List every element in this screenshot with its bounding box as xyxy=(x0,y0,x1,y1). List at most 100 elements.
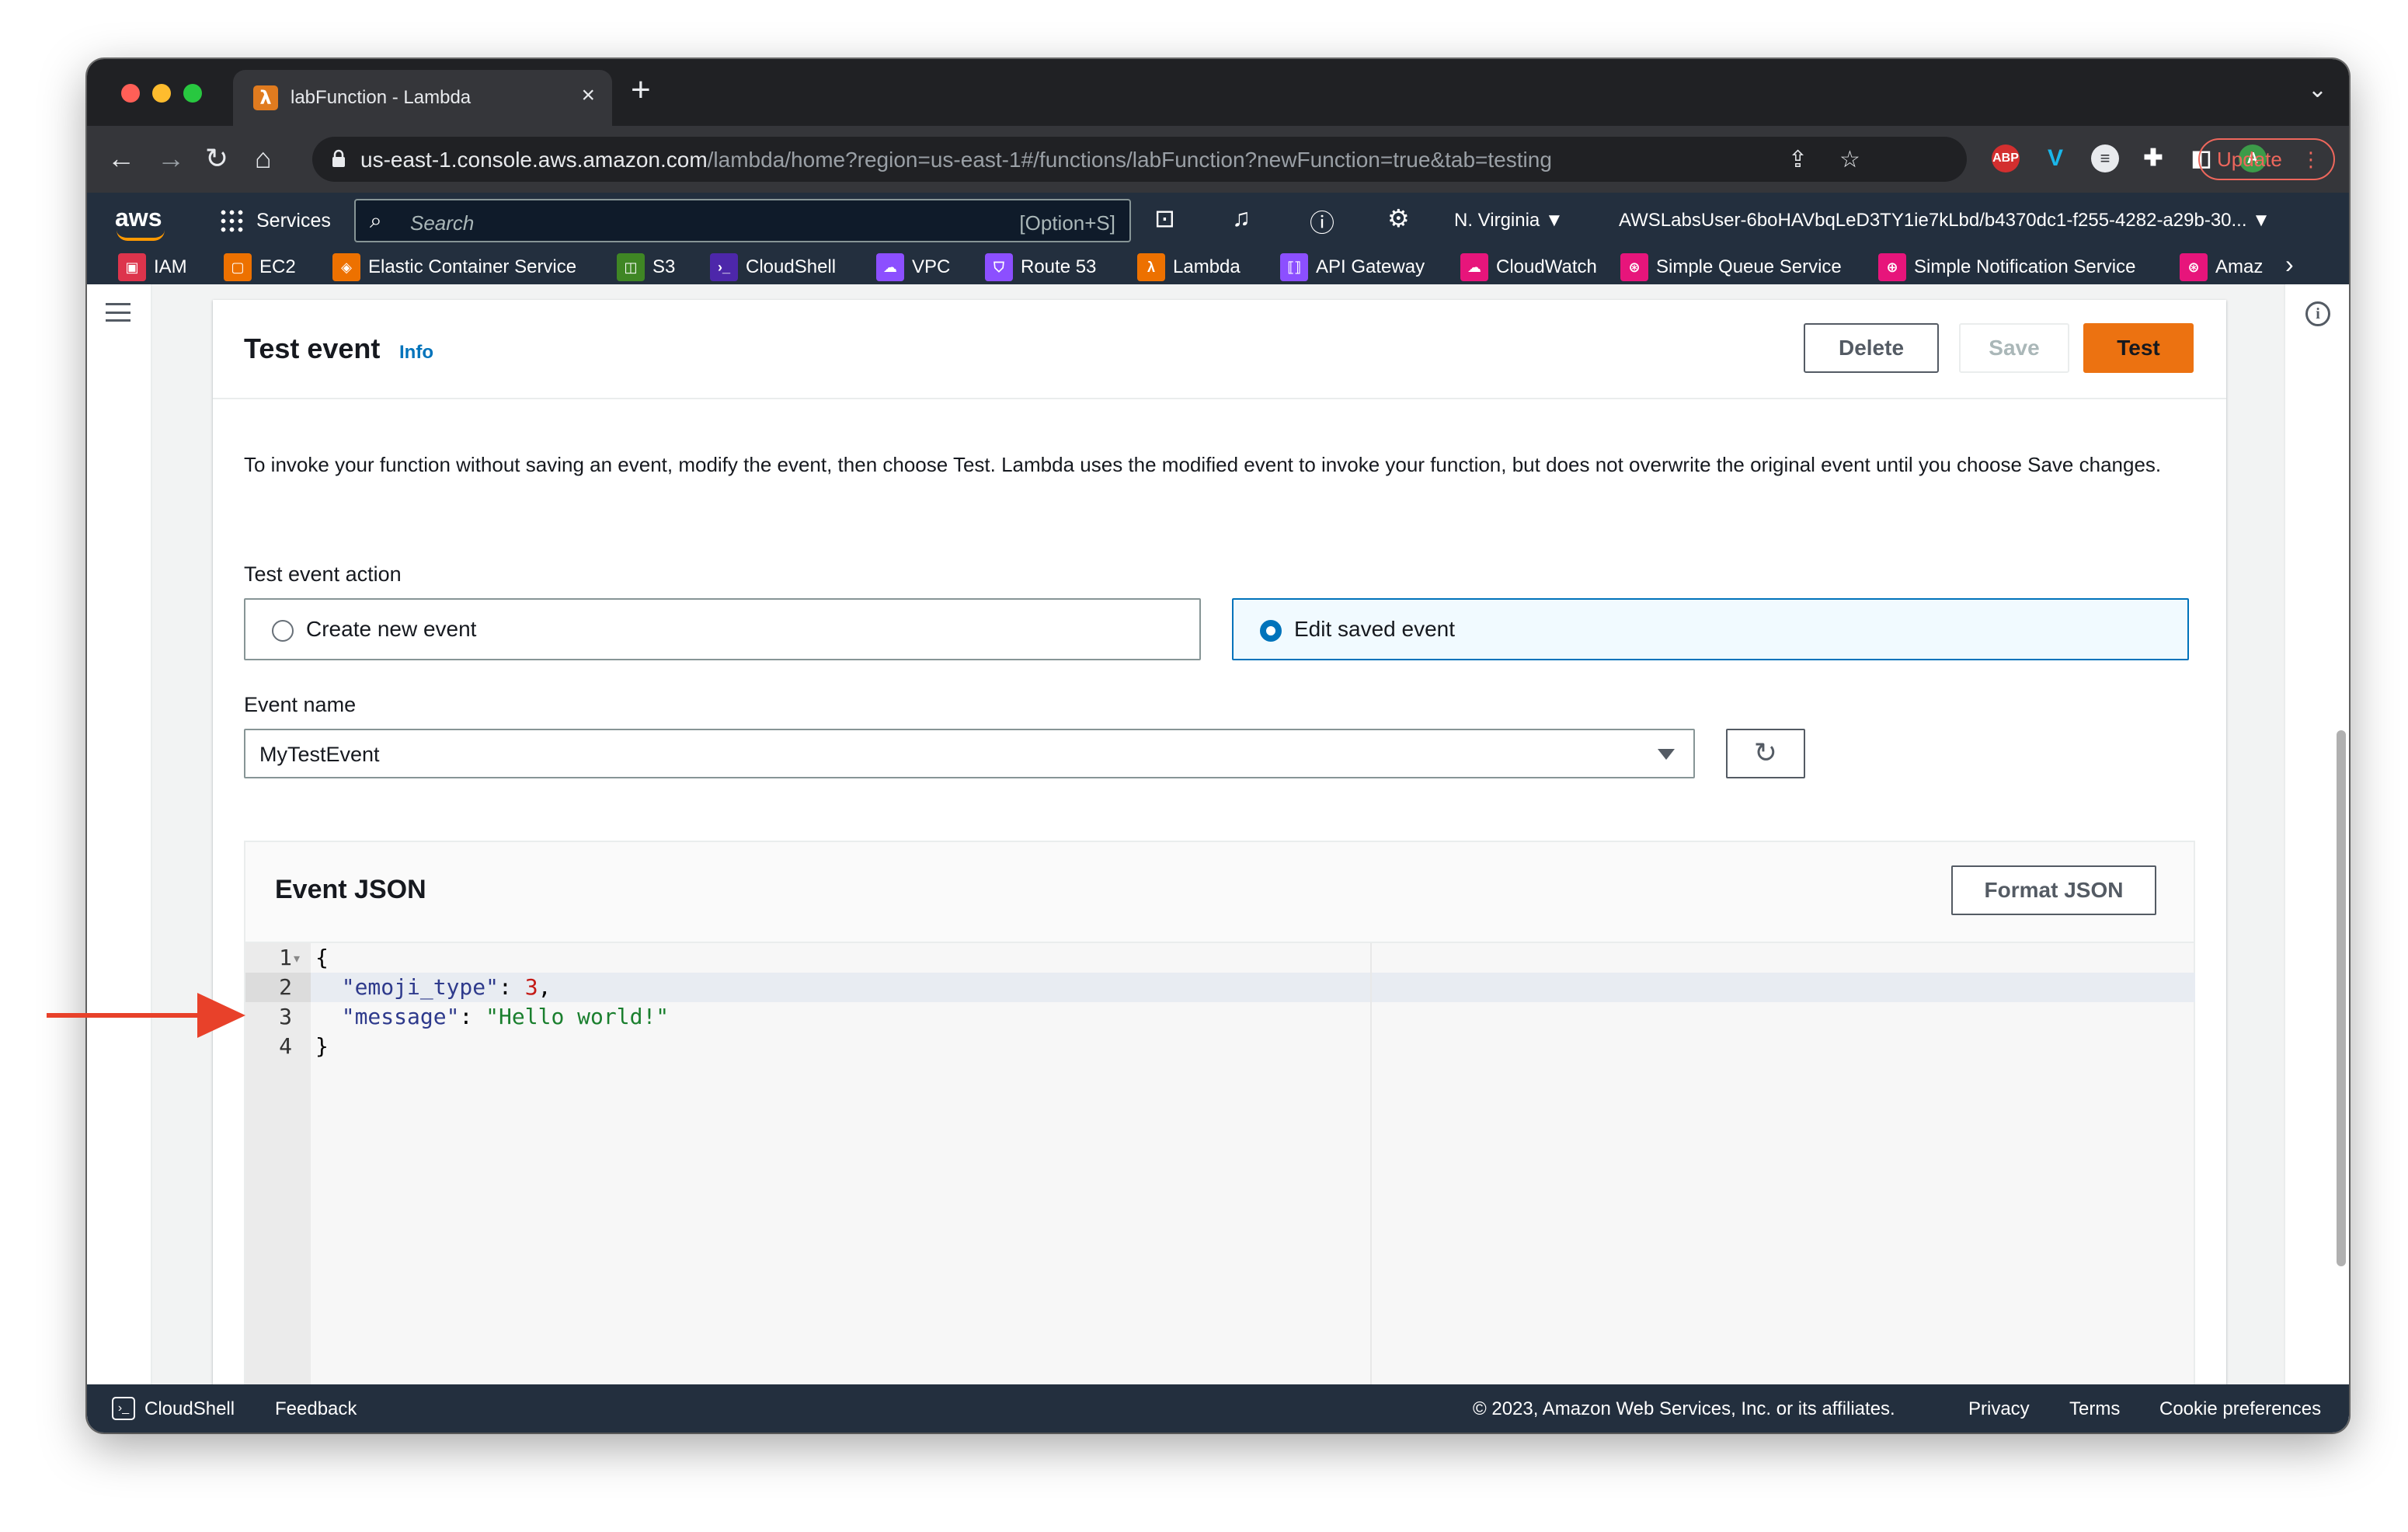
settings-gear-icon[interactable]: ⚙ xyxy=(1387,204,1410,233)
tab-close-icon[interactable]: × xyxy=(581,82,595,109)
edit-saved-event-radio[interactable] xyxy=(1260,620,1282,642)
home-icon[interactable]: ⌂ xyxy=(255,140,272,177)
test-event-action-label: Test event action xyxy=(244,562,402,586)
browser-tab[interactable]: λ labFunction - Lambda × xyxy=(233,70,612,126)
code-line-3: "message": "Hello world!" xyxy=(315,1004,669,1029)
event-json-header: Event JSON Format JSON xyxy=(245,842,2194,942)
ecs-icon: ◈ xyxy=(332,253,360,281)
hamburger-menu-icon[interactable] xyxy=(106,303,130,322)
vimeo-extension-icon[interactable]: V xyxy=(2041,144,2069,172)
fav-s3[interactable]: ◫ S3 xyxy=(617,253,675,284)
new-tab-icon[interactable]: + xyxy=(631,71,651,109)
services-grid-icon[interactable] xyxy=(219,208,244,233)
left-nav-rail xyxy=(87,284,152,1429)
back-icon[interactable]: ← xyxy=(107,140,135,177)
fav-lambda[interactable]: λ Lambda xyxy=(1137,253,1241,284)
footer-terms-link[interactable]: Terms xyxy=(2069,1398,2120,1420)
forward-icon[interactable]: → xyxy=(157,140,185,177)
json-code-editor[interactable]: 1 ▾ 2 3 4 { "emoji_type": 3, "message": … xyxy=(245,942,2195,1386)
event-name-value: MyTestEvent xyxy=(259,743,380,766)
save-button[interactable]: Save xyxy=(1959,323,2069,373)
create-new-event-radio[interactable] xyxy=(272,620,294,642)
help-icon[interactable]: ⓘ xyxy=(1310,204,1334,239)
fav-api-gateway[interactable]: ⟦⟧ API Gateway xyxy=(1280,253,1425,284)
fav-iam[interactable]: ▣ IAM xyxy=(118,253,187,284)
test-button[interactable]: Test xyxy=(2083,323,2194,373)
fav-amazon[interactable]: ⊛ Amaz xyxy=(2180,253,2263,284)
browser-window: λ labFunction - Lambda × + ⌄ ← → ↻ ⌂ us-… xyxy=(87,59,2349,1433)
footer-cloudshell-link[interactable]: CloudShell xyxy=(144,1398,235,1420)
zoom-window-button[interactable] xyxy=(183,84,202,103)
aws-logo[interactable]: aws xyxy=(115,204,162,232)
minimize-window-button[interactable] xyxy=(152,84,171,103)
fav-label: EC2 xyxy=(259,256,296,277)
favorites-scroll-right-icon[interactable]: › xyxy=(2285,250,2294,281)
lock-icon xyxy=(332,149,345,167)
fav-label: CloudWatch xyxy=(1496,256,1597,277)
share-icon[interactable]: ⇪ xyxy=(1788,146,1808,173)
aws-logo-smile-icon xyxy=(117,230,165,241)
info-panel-icon[interactable]: i xyxy=(2305,301,2330,326)
kebab-menu-icon: ⋮ xyxy=(2301,148,2321,171)
address-bar[interactable]: us-east-1.console.aws.amazon.com/lambda/… xyxy=(312,137,1967,182)
event-name-label: Event name xyxy=(244,693,357,716)
services-menu[interactable]: Services xyxy=(256,210,331,232)
fav-label: Elastic Container Service xyxy=(368,256,577,277)
info-link[interactable]: Info xyxy=(399,342,433,364)
json-comma: , xyxy=(538,974,552,1000)
delete-button[interactable]: Delete xyxy=(1804,323,1939,373)
update-button[interactable]: Update ⋮ xyxy=(2198,138,2335,180)
adblock-extension-icon[interactable]: ABP xyxy=(1992,144,2020,172)
fav-label: Amaz xyxy=(2215,256,2264,277)
fold-arrow-icon[interactable]: ▾ xyxy=(294,951,300,966)
aws-search-input[interactable]: ⌕ Search [Option+S] xyxy=(354,199,1131,242)
fav-label: VPC xyxy=(912,256,951,277)
test-event-title: Test event xyxy=(244,333,381,364)
console-content: Test event Info Delete Save Test To invo… xyxy=(87,284,2349,1433)
lambda-favicon-icon: λ xyxy=(253,85,278,110)
api-gateway-icon: ⟦⟧ xyxy=(1280,253,1308,281)
footer-cookie-preferences-link[interactable]: Cookie preferences xyxy=(2159,1398,2321,1420)
footer-privacy-link[interactable]: Privacy xyxy=(1968,1398,2030,1420)
s3-icon: ◫ xyxy=(617,253,645,281)
reload-icon[interactable]: ↻ xyxy=(205,140,228,177)
search-icon: ⌕ xyxy=(370,208,382,232)
cloudshell-icon[interactable]: ⊡ xyxy=(1154,204,1175,233)
update-label: Update xyxy=(2217,148,2282,171)
edit-saved-event-label: Edit saved event xyxy=(1294,617,1456,641)
refresh-events-button[interactable]: ↻ xyxy=(1726,729,1805,778)
cloudshell-footer-icon[interactable]: ›_ xyxy=(112,1397,135,1420)
extensions-puzzle-icon[interactable]: ✚ xyxy=(2139,144,2167,172)
fav-ec2[interactable]: ▢ EC2 xyxy=(224,253,296,284)
code-line-2: "emoji_type": 3, xyxy=(315,974,552,1000)
region-selector[interactable]: N. Virginia ▼ xyxy=(1454,210,1564,232)
page-scrollbar[interactable] xyxy=(2337,730,2346,1266)
account-menu[interactable]: AWSLabsUser-6boHAVbqLeD3TY1ie7kLbd/b4370… xyxy=(1619,210,2271,232)
json-key: "message" xyxy=(341,1004,460,1029)
editor-active-line xyxy=(311,973,2195,1002)
fav-cloudwatch[interactable]: ☁ CloudWatch xyxy=(1460,253,1597,284)
footer-feedback-link[interactable]: Feedback xyxy=(275,1398,357,1420)
fav-label: IAM xyxy=(154,256,187,277)
edit-saved-event-option[interactable]: Edit saved event xyxy=(1232,598,2189,660)
url-host: us-east-1.console.aws.amazon.com xyxy=(360,148,708,172)
menu-extension-icon[interactable]: ≡ xyxy=(2091,144,2119,172)
test-event-header: Test event Info Delete Save Test xyxy=(213,300,2226,399)
event-name-select[interactable]: MyTestEvent xyxy=(244,729,1695,778)
line-number: 3 xyxy=(279,1004,292,1029)
search-placeholder: Search xyxy=(410,211,475,235)
fav-sns[interactable]: ⊕ Simple Notification Service xyxy=(1878,253,2135,284)
favorites-bar: ▣ IAM ▢ EC2 ◈ Elastic Container Service ◫ S3… xyxy=(87,249,2349,284)
bookmark-star-icon[interactable]: ☆ xyxy=(1839,146,1860,173)
fav-cloudshell[interactable]: ›_ CloudShell xyxy=(710,253,836,284)
notifications-bell-icon[interactable]: ♫ xyxy=(1232,204,1251,232)
close-window-button[interactable] xyxy=(121,84,140,103)
fav-sqs[interactable]: ⊛ Simple Queue Service xyxy=(1620,253,1842,284)
fav-vpc[interactable]: ☁ VPC xyxy=(876,253,950,284)
create-new-event-option[interactable]: Create new event xyxy=(244,598,1201,660)
fav-ecs[interactable]: ◈ Elastic Container Service xyxy=(332,253,576,284)
format-json-button[interactable]: Format JSON xyxy=(1951,865,2156,915)
tab-search-chevron-icon[interactable]: ⌄ xyxy=(2308,76,2327,103)
fav-route53[interactable]: ⛉ Route 53 xyxy=(985,253,1096,284)
search-shortcut: [Option+S] xyxy=(1019,211,1115,235)
